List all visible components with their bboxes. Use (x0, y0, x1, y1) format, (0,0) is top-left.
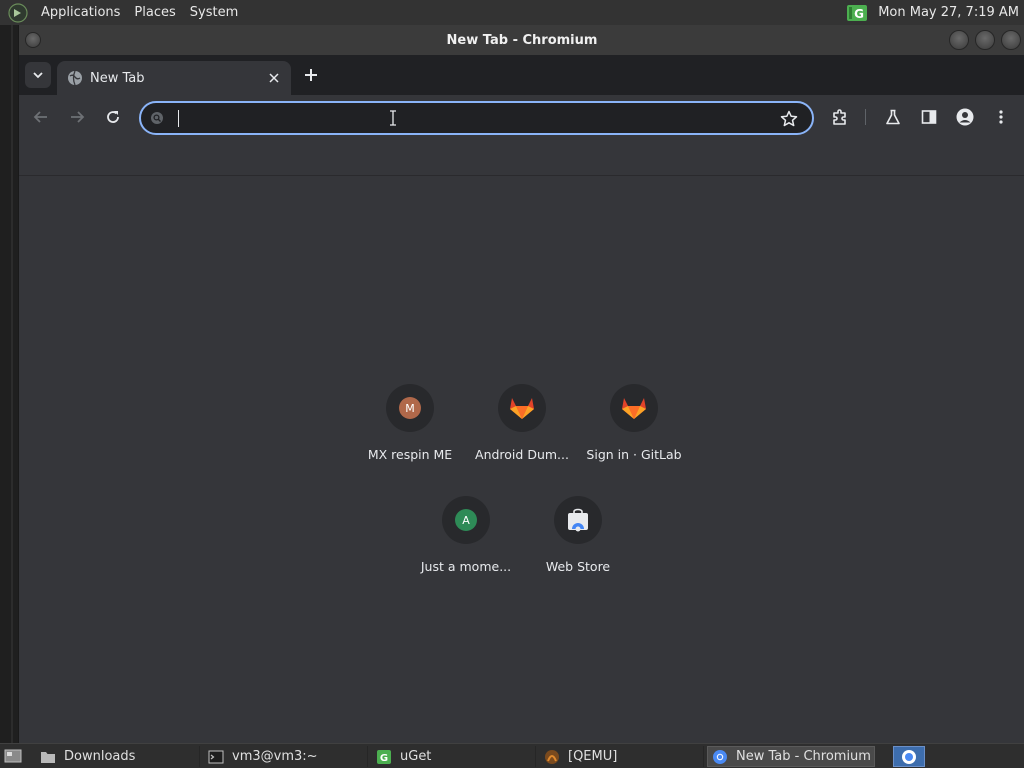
svg-text:G: G (380, 753, 388, 764)
bookmarks-bar (19, 139, 1024, 176)
desktop-left-edge (0, 25, 18, 743)
tab-new-tab[interactable]: New Tab (57, 61, 291, 95)
letter-avatar-icon: A (455, 509, 477, 531)
arrow-right-icon (71, 111, 85, 123)
shortcut-tile[interactable]: Android Dum... (466, 376, 578, 472)
top-panel: Applications Places System G Mon May 27,… (0, 0, 1024, 25)
task-label: vm3@vm3:~ (232, 749, 318, 764)
text-caret (178, 110, 179, 127)
task-label: New Tab - Chromium (736, 749, 871, 764)
task-qemu[interactable]: [QEMU] (540, 746, 704, 767)
flask-icon (886, 109, 900, 125)
more-vert-icon (999, 110, 1003, 124)
chevron-down-icon (33, 72, 43, 79)
top-panel-tray: G Mon May 27, 7:19 AM (846, 4, 1024, 22)
mouse-ibeam-cursor (390, 110, 396, 126)
task-label: [QEMU] (568, 749, 618, 764)
tab-search-button[interactable] (25, 62, 51, 88)
menu-applications[interactable]: Applications (34, 0, 127, 25)
window-titlebar[interactable]: New Tab - Chromium (19, 25, 1024, 55)
address-input[interactable] (175, 107, 765, 129)
toolbar-divider (865, 109, 866, 125)
address-bar[interactable] (139, 101, 814, 135)
window-menu-button[interactable] (25, 32, 41, 48)
task-label: uGet (400, 749, 432, 764)
task-terminal[interactable]: vm3@vm3:~ (204, 746, 368, 767)
labs-button[interactable] (881, 105, 905, 129)
folder-icon (41, 751, 55, 763)
uget-tray-icon[interactable]: G (846, 4, 868, 22)
desktop-icon (4, 749, 22, 763)
reload-icon (107, 111, 119, 123)
mx-logo-icon[interactable] (8, 2, 28, 23)
menu-system[interactable]: System (183, 0, 245, 25)
close-window-button[interactable] (1001, 30, 1021, 50)
shortcut-tile[interactable]: Sign in · GitLab (578, 376, 690, 472)
extensions-button[interactable] (828, 105, 852, 129)
forward-button[interactable] (65, 105, 89, 129)
minimize-button[interactable] (949, 30, 969, 50)
task-uget[interactable]: G uGet (372, 746, 536, 767)
gitlab-icon (622, 398, 646, 419)
shortcut-title: Android Dum... (475, 447, 569, 462)
shortcut-icon-circle (554, 496, 602, 544)
tray-chromium[interactable] (893, 746, 925, 767)
taskbar: Downloads vm3@vm3:~ G uGet [QEMU] New Ta… (0, 743, 1024, 768)
qemu-icon (545, 749, 559, 764)
new-tab-page: M MX respin ME Android Dum... Sign in · … (19, 176, 1024, 743)
uget-icon: G (377, 749, 391, 764)
shortcut-title: Web Store (545, 559, 611, 574)
profile-button[interactable] (953, 105, 977, 129)
close-icon (269, 73, 279, 83)
webstore-icon (568, 508, 588, 532)
tab-strip: New Tab (19, 55, 1024, 95)
letter-avatar-icon: M (399, 397, 421, 419)
shortcut-tile[interactable]: M MX respin ME (354, 376, 466, 472)
chromium-icon (713, 749, 727, 764)
reload-button[interactable] (101, 105, 125, 129)
shortcut-title: MX respin ME (367, 447, 453, 462)
task-downloads[interactable]: Downloads (36, 746, 200, 767)
show-desktop-button[interactable] (2, 746, 24, 766)
browser-toolbar (19, 95, 1024, 139)
maximize-button[interactable] (975, 30, 995, 50)
bookmark-star-icon[interactable] (780, 110, 798, 128)
chromium-window: New Tab - Chromium New Tab M MX respin M… (18, 25, 1024, 743)
shortcut-title: Just a mome... (420, 559, 512, 574)
puzzle-icon (833, 109, 846, 125)
shortcut-tile[interactable]: Web Store (522, 488, 634, 584)
plus-icon (305, 69, 317, 81)
gitlab-icon (510, 398, 534, 419)
shortcut-icon-circle: A (442, 496, 490, 544)
arrow-left-icon (33, 111, 47, 123)
back-button[interactable] (29, 105, 53, 129)
new-tab-button[interactable] (299, 63, 323, 87)
globe-icon (68, 70, 82, 86)
chrome-menu-button[interactable] (989, 105, 1013, 129)
side-panel-button[interactable] (917, 105, 941, 129)
side-panel-icon (921, 110, 937, 124)
profile-avatar-icon (956, 108, 974, 126)
tab-close-button[interactable] (265, 69, 283, 87)
shortcut-tile[interactable]: A Just a mome... (410, 488, 522, 584)
shortcut-title: Sign in · GitLab (586, 447, 682, 462)
task-chromium[interactable]: New Tab - Chromium (707, 746, 875, 767)
shortcut-icon-circle (498, 384, 546, 432)
shortcut-icon-circle (610, 384, 658, 432)
shortcut-icon-circle: M (386, 384, 434, 432)
tab-label: New Tab (90, 70, 145, 86)
terminal-icon (208, 750, 224, 763)
menu-places[interactable]: Places (127, 0, 182, 25)
svg-text:G: G (854, 7, 864, 21)
chromium-icon (902, 749, 916, 764)
task-label: Downloads (64, 749, 136, 764)
window-title: New Tab - Chromium (446, 32, 598, 48)
clock[interactable]: Mon May 27, 7:19 AM (878, 5, 1019, 20)
search-icon (151, 112, 163, 124)
